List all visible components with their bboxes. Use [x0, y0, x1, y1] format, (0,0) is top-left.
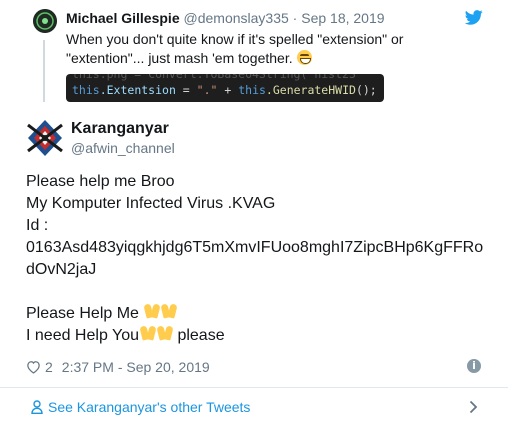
info-icon[interactable]: i — [467, 359, 481, 373]
folded-hands-emoji-icon — [140, 325, 156, 342]
twitter-bird-icon[interactable] — [465, 10, 483, 25]
tweet-line: I need Help You please — [26, 325, 496, 347]
code-keyword: this — [238, 83, 266, 97]
tweet-line: 0163Asd483yiqgkhjdg6T5mXmvIFUoo8mghI7Zip… — [26, 239, 484, 256]
code-operator: + — [217, 83, 239, 97]
thread-connector-line — [43, 40, 45, 102]
tweet-meta: 2 2:37 PM - Sep 20, 2019 — [26, 358, 210, 376]
tweet-line: Please Help Me — [26, 303, 496, 325]
tweet-line: Please help me Broo — [26, 173, 175, 190]
person-icon — [31, 400, 43, 414]
tweet-line: My Komputer Infected Virus .KVAG — [26, 195, 276, 212]
heart-icon[interactable] — [26, 360, 41, 374]
author-name[interactable]: Karanganyar — [71, 119, 169, 139]
code-screenshot-image[interactable]: this.png = Convert.ToBase64String( hist2… — [66, 74, 384, 102]
folded-hands-emoji-icon — [157, 325, 173, 342]
tweet-line-text: Please Help Me — [26, 305, 144, 322]
grinning-emoji-icon — [296, 50, 312, 65]
parent-tweet-text: When you don't quite know if it's spelle… — [66, 30, 446, 68]
like-count[interactable]: 2 — [45, 358, 53, 376]
parent-tweet-body: When you don't quite know if it's spelle… — [66, 31, 404, 66]
tweet-body: Please help me Broo My Komputer Infected… — [26, 171, 496, 347]
separator-dot: · — [292, 10, 298, 26]
tweet-timestamp[interactable]: 2:37 PM - Sep 20, 2019 — [62, 358, 210, 376]
tweet-line: Id : — [26, 217, 49, 234]
code-method: .GenerateHWID — [265, 83, 356, 97]
tweet-line-text: please — [173, 327, 225, 344]
see-other-tweets-label[interactable]: See Karanganyar's other Tweets — [48, 398, 250, 416]
tweet-line-text: I need Help You — [26, 327, 139, 344]
quoted-parent-tweet[interactable]: Michael Gillespie @demonslay335 · Sep 18… — [0, 0, 508, 112]
parent-author-handle[interactable]: @demonslay335 — [184, 10, 289, 26]
author-handle[interactable]: @afwin_channel — [71, 139, 175, 157]
parent-date[interactable]: Sep 18, 2019 — [301, 10, 384, 26]
see-other-tweets-link[interactable]: See Karanganyar's other Tweets — [0, 388, 508, 429]
code-line-cropped: this.png = Convert.ToBase64String( hist2… — [72, 74, 356, 81]
embedded-tweet-card: Michael Gillespie @demonslay335 · Sep 18… — [0, 0, 508, 429]
code-operator: = — [175, 83, 197, 97]
author-avatar[interactable] — [26, 119, 64, 157]
parent-avatar[interactable] — [33, 9, 57, 33]
code-keyword: this — [72, 83, 100, 97]
code-punctuation: (); — [355, 83, 377, 97]
parent-author-name[interactable]: Michael Gillespie — [66, 10, 180, 26]
code-line: this.Extentsion = "." + this.GenerateHWI… — [72, 83, 377, 97]
tweet-line: dOvN2jaJ — [26, 261, 97, 278]
parent-header: Michael Gillespie @demonslay335 · Sep 18… — [66, 9, 385, 27]
code-property: .Extentsion — [99, 83, 176, 97]
folded-hands-emoji-icon — [144, 303, 160, 320]
code-string: "." — [196, 83, 218, 97]
chevron-right-icon[interactable] — [469, 400, 478, 414]
folded-hands-emoji-icon — [161, 303, 177, 320]
